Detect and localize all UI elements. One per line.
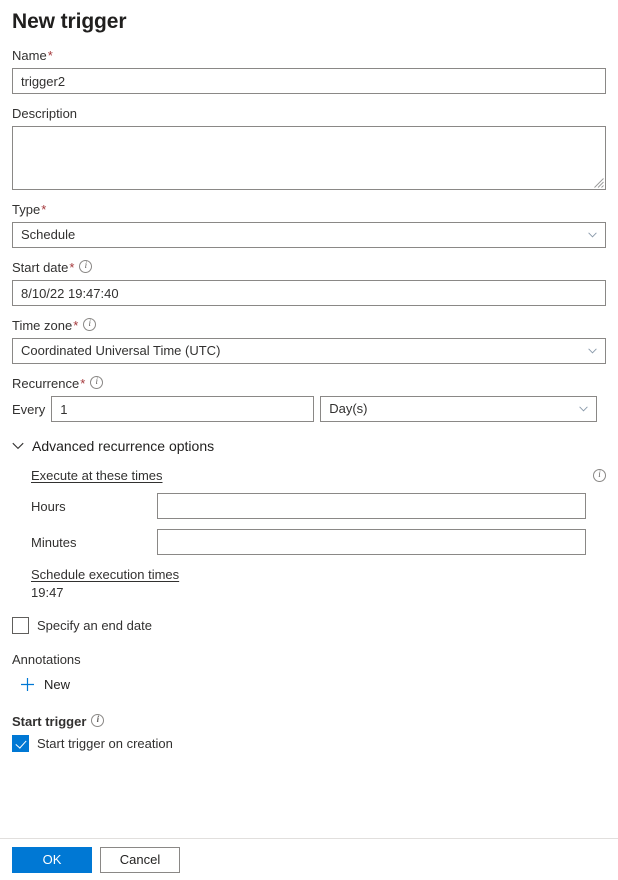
required-asterisk: * (80, 376, 86, 391)
required-asterisk: * (41, 202, 47, 217)
type-label: Type* (12, 202, 606, 218)
time-zone-label: Time zone* (12, 317, 606, 334)
chevron-down-icon (579, 406, 588, 412)
start-trigger-label: Start trigger (12, 713, 606, 729)
annotations-label: Annotations (12, 652, 81, 667)
cancel-button[interactable]: Cancel (100, 846, 180, 873)
recurrence-row: Every Day(s) (12, 396, 606, 422)
name-label: Name* (12, 48, 606, 64)
advanced-recurrence-toggle[interactable]: Advanced recurrence options (12, 438, 606, 454)
recurrence-label: Recurrence* (12, 375, 606, 392)
required-asterisk: * (69, 260, 75, 275)
info-icon[interactable] (90, 375, 104, 389)
name-label-text: Name (12, 48, 47, 63)
required-asterisk: * (73, 318, 79, 333)
start-date-label: Start date* (12, 259, 606, 276)
required-asterisk: * (47, 48, 53, 63)
advanced-recurrence-panel: Execute at these times Hours Minutes Sch… (12, 468, 606, 601)
start-trigger-label-text: Start trigger (12, 714, 87, 729)
new-trigger-panel: New trigger Name* Description Type* Sche… (0, 0, 618, 838)
time-zone-select-value: Coordinated Universal Time (UTC) (21, 343, 221, 358)
type-select-value: Schedule (21, 227, 76, 242)
chevron-down-icon (12, 442, 24, 450)
type-field-group: Type* Schedule (12, 202, 606, 248)
hours-row: Hours (31, 493, 606, 519)
dialog-footer: OK Cancel (0, 838, 618, 880)
time-zone-select[interactable]: Coordinated Universal Time (UTC) (12, 338, 606, 364)
time-zone-field-group: Time zone* Coordinated Universal Time (U… (12, 317, 606, 364)
schedule-execution-times-value: 19:47 (31, 585, 64, 600)
start-date-field-group: Start date* (12, 259, 606, 306)
specify-end-date-label: Specify an end date (37, 618, 152, 633)
chevron-down-icon (588, 348, 597, 354)
advanced-recurrence-toggle-label: Advanced recurrence options (32, 438, 215, 454)
add-annotation-label: New (44, 677, 71, 692)
start-trigger-on-creation-checkbox[interactable] (12, 735, 29, 752)
time-zone-label-text: Time zone (12, 318, 73, 333)
start-date-input[interactable] (12, 280, 606, 306)
specify-end-date-row[interactable]: Specify an end date (12, 617, 606, 634)
add-annotation-button[interactable]: New (12, 677, 606, 692)
name-input[interactable] (12, 68, 606, 94)
info-icon[interactable] (79, 259, 93, 273)
info-icon[interactable] (593, 468, 606, 482)
page-title: New trigger (12, 10, 127, 33)
execute-times-header: Execute at these times (31, 468, 606, 483)
plus-icon (21, 678, 34, 691)
description-field-group: Description (12, 106, 606, 190)
start-trigger-on-creation-label: Start trigger on creation (37, 736, 173, 751)
description-label: Description (12, 106, 78, 121)
minutes-label: Minutes (31, 534, 77, 550)
description-textarea[interactable] (12, 126, 606, 190)
specify-end-date-checkbox[interactable] (12, 617, 29, 634)
recurrence-unit-select[interactable]: Day(s) (320, 396, 598, 422)
execute-times-heading: Execute at these times (31, 468, 163, 483)
schedule-execution-times-heading: Schedule execution times (31, 567, 180, 582)
description-textarea-wrap (12, 126, 606, 190)
recurrence-unit-value: Day(s) (329, 401, 368, 416)
hours-input[interactable] (157, 493, 586, 519)
schedule-execution-times-block: Schedule execution times 19:47 (31, 567, 606, 601)
recurrence-field-group: Recurrence* Every Day(s) (12, 375, 606, 422)
info-icon[interactable] (83, 317, 97, 331)
type-label-text: Type (12, 202, 41, 217)
info-icon[interactable] (91, 713, 105, 727)
start-trigger-on-creation-row[interactable]: Start trigger on creation (12, 735, 606, 752)
type-select[interactable]: Schedule (12, 222, 606, 248)
every-label: Every (12, 401, 46, 417)
chevron-down-icon (588, 232, 597, 238)
start-date-label-text: Start date (12, 260, 69, 275)
recurrence-interval-input[interactable] (51, 396, 315, 422)
hours-label: Hours (31, 498, 66, 514)
minutes-row: Minutes (31, 529, 606, 555)
recurrence-label-text: Recurrence (12, 376, 80, 391)
name-field-group: Name* (12, 48, 606, 94)
minutes-input[interactable] (157, 529, 586, 555)
ok-button[interactable]: OK (12, 846, 92, 873)
